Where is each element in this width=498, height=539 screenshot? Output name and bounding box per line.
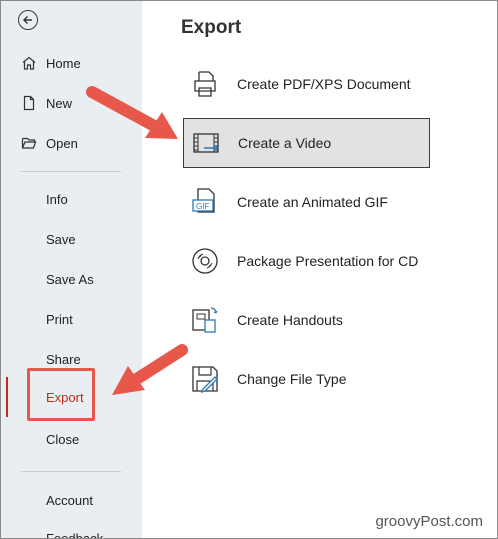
sidebar-item-save[interactable]: Save bbox=[1, 227, 142, 251]
back-arrow-icon bbox=[23, 16, 32, 24]
app-window: Home New Open Info Save Save As Print Sh… bbox=[0, 0, 498, 539]
svg-text:GIF: GIF bbox=[196, 202, 209, 211]
sidebar-item-feedback[interactable]: Feedback bbox=[1, 526, 142, 539]
cd-icon bbox=[192, 248, 218, 274]
export-option-video[interactable]: Create a Video bbox=[183, 118, 430, 168]
sidebar-item-export[interactable]: Export bbox=[46, 390, 84, 405]
export-option-change-file-type[interactable]: Change File Type bbox=[183, 354, 430, 404]
sidebar-divider bbox=[21, 471, 121, 472]
export-option-handouts[interactable]: Create Handouts bbox=[183, 295, 430, 345]
sidebar-item-new[interactable]: New bbox=[1, 91, 142, 115]
gif-icon: GIF bbox=[192, 188, 215, 213]
sidebar-item-label: Feedback bbox=[46, 530, 104, 539]
sidebar-item-info[interactable]: Info bbox=[1, 187, 142, 211]
pdf-printer-icon bbox=[194, 71, 216, 97]
sidebar-item-home[interactable]: Home bbox=[1, 51, 142, 75]
page-title: Export bbox=[181, 17, 242, 38]
handouts-icon bbox=[192, 307, 218, 333]
sidebar-item-account[interactable]: Account bbox=[1, 488, 142, 512]
sidebar-item-label: Info bbox=[46, 191, 68, 207]
video-icon bbox=[193, 133, 220, 153]
home-icon bbox=[22, 56, 36, 70]
sidebar-item-label: Save As bbox=[46, 271, 94, 287]
sidebar-item-label: Close bbox=[46, 431, 80, 447]
option-label: Create PDF/XPS Document bbox=[237, 76, 411, 92]
sidebar-item-close[interactable]: Close bbox=[1, 427, 142, 451]
sidebar-item-label: Print bbox=[46, 311, 73, 327]
sidebar-item-save-as[interactable]: Save As bbox=[1, 267, 142, 291]
new-document-icon bbox=[23, 95, 35, 111]
export-option-gif[interactable]: GIF Create an Animated GIF bbox=[183, 177, 430, 227]
option-label: Package Presentation for CD bbox=[237, 253, 419, 269]
sidebar-item-label: Account bbox=[46, 492, 93, 508]
change-file-type-icon bbox=[192, 366, 218, 394]
sidebar-item-label: Share bbox=[46, 351, 81, 367]
sidebar-item-label: New bbox=[46, 95, 73, 111]
option-label: Change File Type bbox=[237, 371, 347, 387]
sidebar-divider bbox=[21, 171, 121, 172]
backstage-sidebar: Home New Open Info Save Save As Print Sh… bbox=[1, 1, 142, 538]
sidebar-item-open[interactable]: Open bbox=[1, 131, 142, 155]
sidebar-item-label: Save bbox=[46, 231, 76, 247]
back-button[interactable] bbox=[18, 10, 38, 30]
export-option-pdf[interactable]: Create PDF/XPS Document bbox=[183, 59, 430, 109]
sidebar-item-print[interactable]: Print bbox=[1, 307, 142, 331]
option-label: Create Handouts bbox=[237, 312, 343, 328]
option-label: Create a Video bbox=[238, 135, 332, 151]
export-option-cd[interactable]: Package Presentation for CD bbox=[183, 236, 430, 286]
sidebar-item-label: Home bbox=[46, 55, 81, 71]
sidebar-item-label: Open bbox=[46, 135, 78, 151]
active-indicator bbox=[6, 377, 8, 417]
option-label: Create an Animated GIF bbox=[237, 194, 388, 210]
open-folder-icon bbox=[21, 137, 37, 149]
watermark: groovyPost.com bbox=[375, 513, 483, 530]
